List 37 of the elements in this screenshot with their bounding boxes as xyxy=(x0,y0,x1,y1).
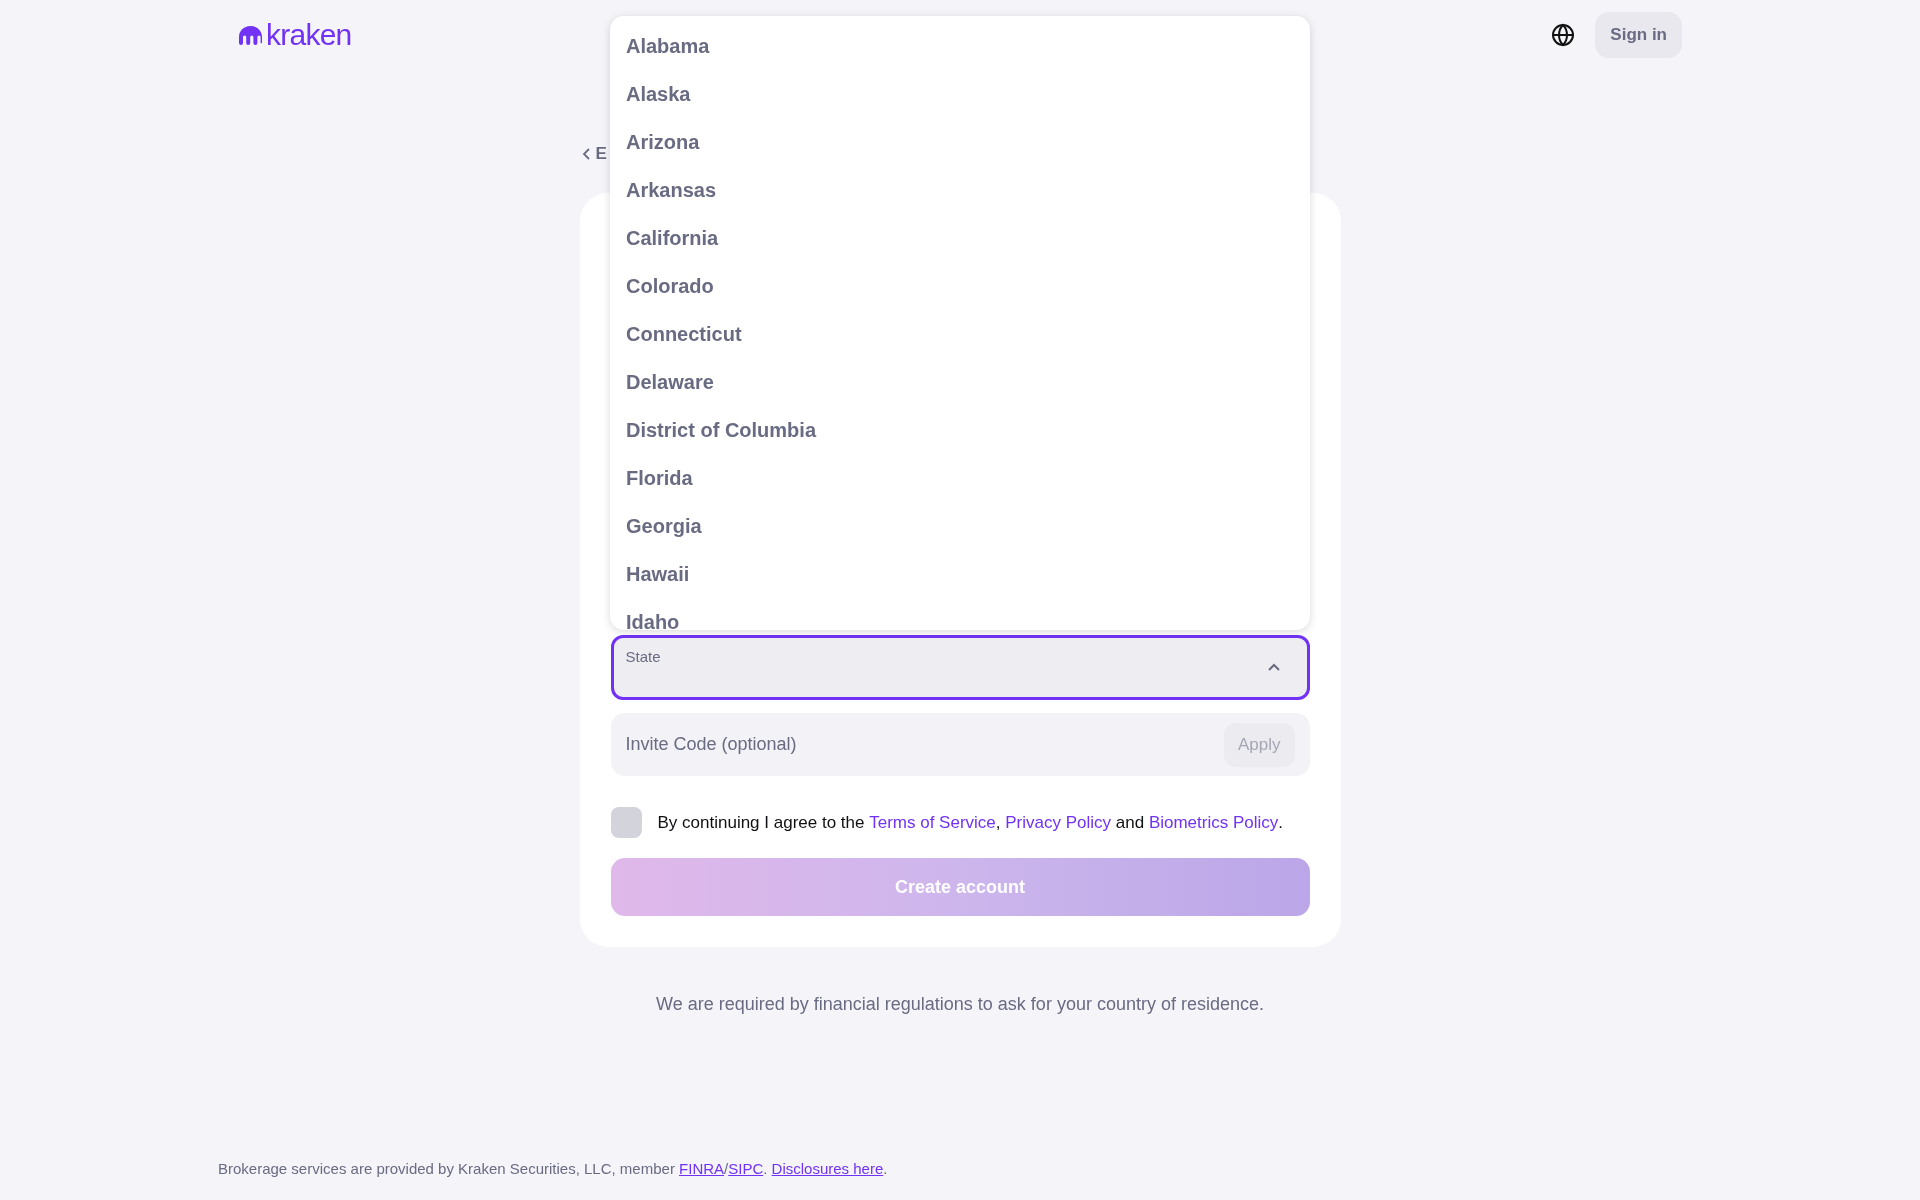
footer-link[interactable]: Disclosures here xyxy=(771,1157,884,1180)
residence-note: We are required by financial regulations to ask for your country of residence. xyxy=(655,993,1265,1016)
footer-text: . xyxy=(883,1158,888,1179)
state-option[interactable]: Alaska xyxy=(610,70,1310,118)
agreement-text: . xyxy=(1278,811,1284,834)
state-select[interactable]: State xyxy=(610,635,1310,700)
footer-text: / xyxy=(724,1158,729,1179)
policy-link[interactable]: Biometrics Policy xyxy=(1148,809,1279,836)
field-label: State xyxy=(625,647,661,667)
sign-in-button[interactable]: Sign in xyxy=(1595,12,1682,58)
state-option[interactable]: Florida xyxy=(610,454,1310,502)
agreement-text: By continuing I agree to the xyxy=(657,811,866,834)
state-option[interactable]: Arizona xyxy=(610,118,1310,166)
state-option[interactable]: California xyxy=(610,214,1310,262)
back-link[interactable]: E xyxy=(595,141,607,167)
state-option[interactable]: Idaho xyxy=(610,598,1310,630)
chevron-up-icon xyxy=(1266,663,1281,672)
footer-text: . xyxy=(763,1158,769,1179)
globe-icon[interactable] xyxy=(1551,23,1576,47)
state-option[interactable]: Arkansas xyxy=(610,166,1310,214)
state-option[interactable]: Alabama xyxy=(610,22,1310,70)
chevron-left-icon[interactable] xyxy=(581,147,592,161)
state-option[interactable]: Hawaii xyxy=(610,550,1310,598)
policy-link[interactable]: Terms of Service xyxy=(869,809,996,836)
footer-text: Brokerage services are provided by Kraken Securities, LLC, member xyxy=(218,1158,676,1179)
state-option[interactable]: Colorado xyxy=(610,262,1310,310)
agreement-text: and xyxy=(1114,811,1146,834)
agreement-checkbox[interactable] xyxy=(610,807,642,838)
state-option[interactable]: District of Columbia xyxy=(610,406,1310,454)
agreement-text: , xyxy=(995,811,1002,834)
logo-wordmark: kraken xyxy=(266,20,352,50)
policy-link[interactable]: Privacy Policy xyxy=(1005,809,1112,836)
state-option[interactable]: Connecticut xyxy=(610,310,1310,358)
footer-link[interactable]: FINRA xyxy=(679,1157,725,1180)
state-option[interactable]: Delaware xyxy=(610,358,1310,406)
state-option[interactable]: Georgia xyxy=(610,502,1310,550)
logo-icon xyxy=(238,25,263,45)
